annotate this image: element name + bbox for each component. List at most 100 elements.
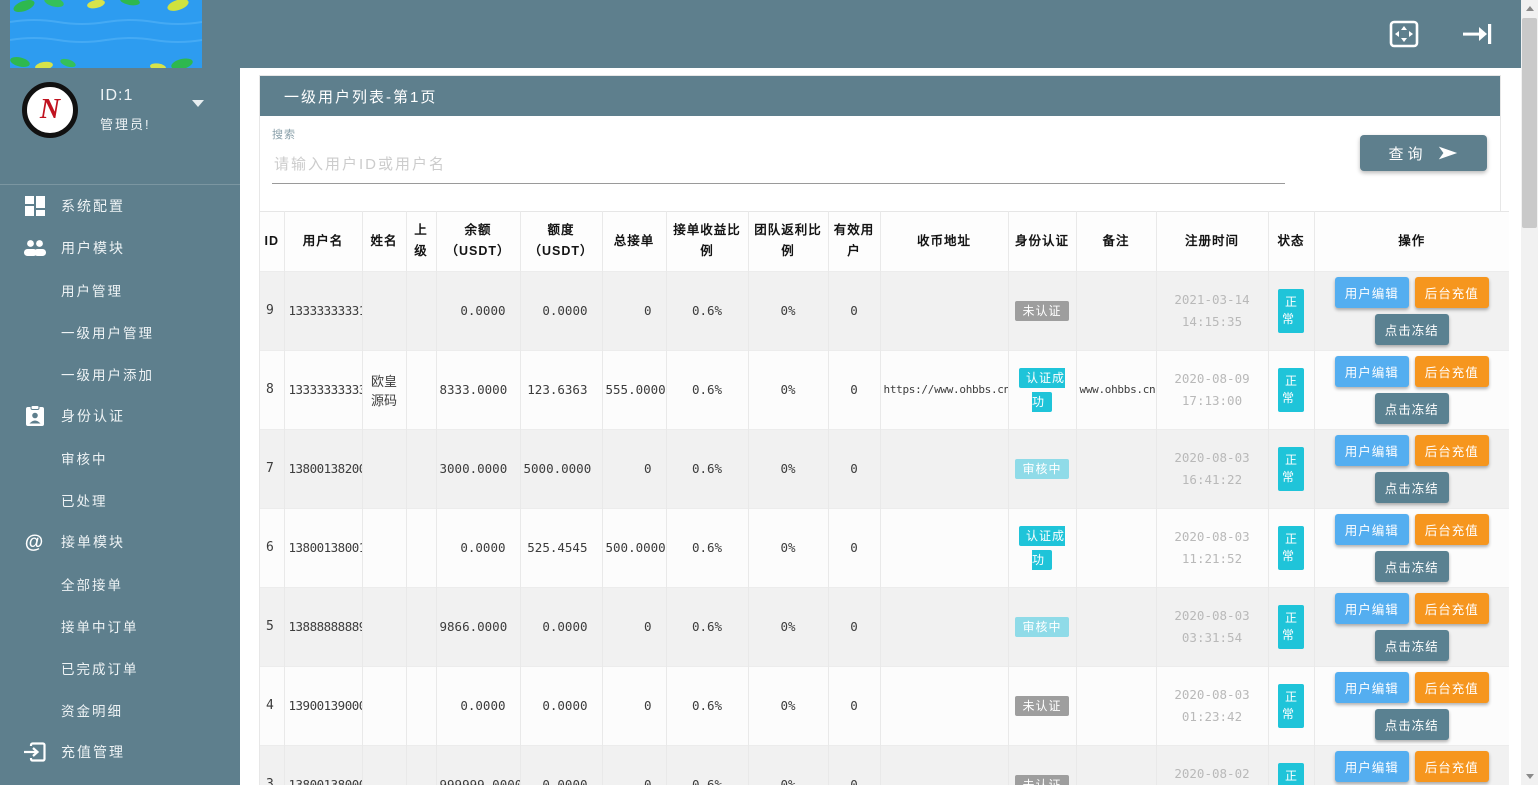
status-badge: 正常 <box>1278 763 1304 785</box>
sidebar-item-3[interactable]: 一级用户管理 <box>0 311 240 353</box>
cell-parent <box>406 508 436 587</box>
sidebar-item-11[interactable]: 已完成订单 <box>0 647 240 689</box>
cell-balance: 9866.0000 <box>436 587 520 666</box>
cell-order-rate: 0.6% <box>666 429 748 508</box>
cell-remark <box>1076 429 1156 508</box>
id-badge-icon <box>22 405 48 427</box>
backend-recharge-button[interactable]: 后台充值 <box>1415 356 1489 387</box>
cell-actions: 用户编辑后台充值点击冻结 <box>1314 271 1509 350</box>
cell-name <box>362 666 406 745</box>
cell-reg-time: 2020-08-0311:21:52 <box>1156 508 1268 587</box>
column-header: 有效用户 <box>828 212 880 272</box>
cell-order-rate: 0.6% <box>666 666 748 745</box>
column-header: 总接单 <box>602 212 666 272</box>
sidebar-item-12[interactable]: 资金明细 <box>0 689 240 731</box>
cell-actions: 用户编辑后台充值点击冻结 <box>1314 429 1509 508</box>
sidebar-item-5[interactable]: 身份认证 <box>0 395 240 437</box>
cell-status: 正常 <box>1268 666 1314 745</box>
sidebar-item-0[interactable]: 系统配置 <box>0 185 240 227</box>
grid-icon <box>22 195 48 217</box>
sidebar-item-2[interactable]: 用户管理 <box>0 269 240 311</box>
cell-total-orders: 0 <box>602 429 666 508</box>
cell-remark <box>1076 745 1156 785</box>
search-input[interactable] <box>272 150 1285 184</box>
auth-status-badge: 审核中 <box>1015 459 1068 479</box>
column-header: 上级 <box>406 212 436 272</box>
cell-remark <box>1076 666 1156 745</box>
freeze-button[interactable]: 点击冻结 <box>1375 314 1449 345</box>
user-edit-button[interactable]: 用户编辑 <box>1335 593 1409 624</box>
backend-recharge-button[interactable]: 后台充值 <box>1415 751 1489 782</box>
cell-auth: 未认证 <box>1008 666 1076 745</box>
cell-parent <box>406 745 436 785</box>
sidebar-item-7[interactable]: 已处理 <box>0 479 240 521</box>
freeze-button[interactable]: 点击冻结 <box>1375 630 1449 661</box>
column-header: 团队返利比例 <box>748 212 828 272</box>
cell-valid-users: 0 <box>828 587 880 666</box>
cell-actions: 用户编辑后台充值点击冻结 <box>1314 350 1509 429</box>
sidebar-item-1[interactable]: 用户模块 <box>0 227 240 269</box>
sidebar-item-10[interactable]: 接单中订单 <box>0 605 240 647</box>
cell-team-rate: 0% <box>748 587 828 666</box>
column-header: 姓名 <box>362 212 406 272</box>
backend-recharge-button[interactable]: 后台充值 <box>1415 672 1489 703</box>
backend-recharge-button[interactable]: 后台充值 <box>1415 277 1489 308</box>
sidebar-item-label: 接单中订单 <box>61 616 139 636</box>
cell-id: 5 <box>260 587 284 666</box>
column-header: 注册时间 <box>1156 212 1268 272</box>
sidebar-item-9[interactable]: 全部接单 <box>0 563 240 605</box>
sidebar-item-8[interactable]: @接单模块 <box>0 521 240 563</box>
user-edit-button[interactable]: 用户编辑 <box>1335 672 1409 703</box>
table-row: 6138001380010.0000525.4545500.00000.6%0%… <box>260 508 1509 587</box>
sidebar-item-label: 一级用户管理 <box>61 322 154 342</box>
user-edit-button[interactable]: 用户编辑 <box>1335 751 1409 782</box>
cell-reg-time: 2020-08-0223:21:23 <box>1156 745 1268 785</box>
freeze-button[interactable]: 点击冻结 <box>1375 551 1449 582</box>
backend-recharge-button[interactable]: 后台充值 <box>1415 593 1489 624</box>
cell-actions: 用户编辑后台充值点击冻结 <box>1314 508 1509 587</box>
sidebar-item-label: 身份认证 <box>61 406 125 426</box>
scroll-down-button[interactable] <box>1521 768 1538 785</box>
query-button[interactable]: 查询 <box>1360 135 1487 171</box>
column-header: 用户名 <box>284 212 362 272</box>
scroll-up-button[interactable] <box>1521 0 1538 17</box>
cell-total-orders: 0 <box>602 271 666 350</box>
sidebar-item-13[interactable]: 充值管理 <box>0 731 240 773</box>
cell-parent <box>406 350 436 429</box>
sidebar-item-label: 已处理 <box>61 490 108 510</box>
backend-recharge-button[interactable]: 后台充值 <box>1415 514 1489 545</box>
freeze-button[interactable]: 点击冻结 <box>1375 393 1449 424</box>
cell-name <box>362 508 406 587</box>
backend-recharge-button[interactable]: 后台充值 <box>1415 435 1489 466</box>
cell-reg-time: 2020-08-0316:41:22 <box>1156 429 1268 508</box>
scrollbar-thumb[interactable] <box>1522 18 1537 228</box>
sidebar-item-label: 审核中 <box>61 448 108 468</box>
sidebar-item-label: 用户管理 <box>61 280 123 300</box>
vertical-scrollbar[interactable] <box>1521 0 1538 785</box>
freeze-button[interactable]: 点击冻结 <box>1375 472 1449 503</box>
user-profile[interactable]: N ID:1 管理员! <box>0 68 240 156</box>
logout-icon[interactable] <box>1461 22 1493 46</box>
user-edit-button[interactable]: 用户编辑 <box>1335 435 1409 466</box>
cell-auth: 认证成功 <box>1008 350 1076 429</box>
user-edit-button[interactable]: 用户编辑 <box>1335 356 1409 387</box>
cell-parent <box>406 271 436 350</box>
sidebar-item-label: 资金明细 <box>61 700 123 720</box>
user-edit-button[interactable]: 用户编辑 <box>1335 277 1409 308</box>
cell-valid-users: 0 <box>828 350 880 429</box>
column-header: 余额（USDT） <box>436 212 520 272</box>
user-edit-button[interactable]: 用户编辑 <box>1335 514 1409 545</box>
auth-status-badge: 认证成功 <box>1019 368 1065 412</box>
cell-total-orders: 0 <box>602 587 666 666</box>
fullscreen-icon[interactable] <box>1389 20 1419 48</box>
freeze-button[interactable]: 点击冻结 <box>1375 709 1449 740</box>
cell-total-orders: 0 <box>602 745 666 785</box>
cell-username: 13800138001 <box>284 508 362 587</box>
sidebar-item-label: 接单模块 <box>61 532 125 552</box>
user-role-label: 管理员! <box>100 114 151 133</box>
cell-auth: 未认证 <box>1008 745 1076 785</box>
cell-order-rate: 0.6% <box>666 508 748 587</box>
sidebar-item-4[interactable]: 一级用户添加 <box>0 353 240 395</box>
cell-name: 欧皇源码 <box>362 350 406 429</box>
sidebar-item-6[interactable]: 审核中 <box>0 437 240 479</box>
